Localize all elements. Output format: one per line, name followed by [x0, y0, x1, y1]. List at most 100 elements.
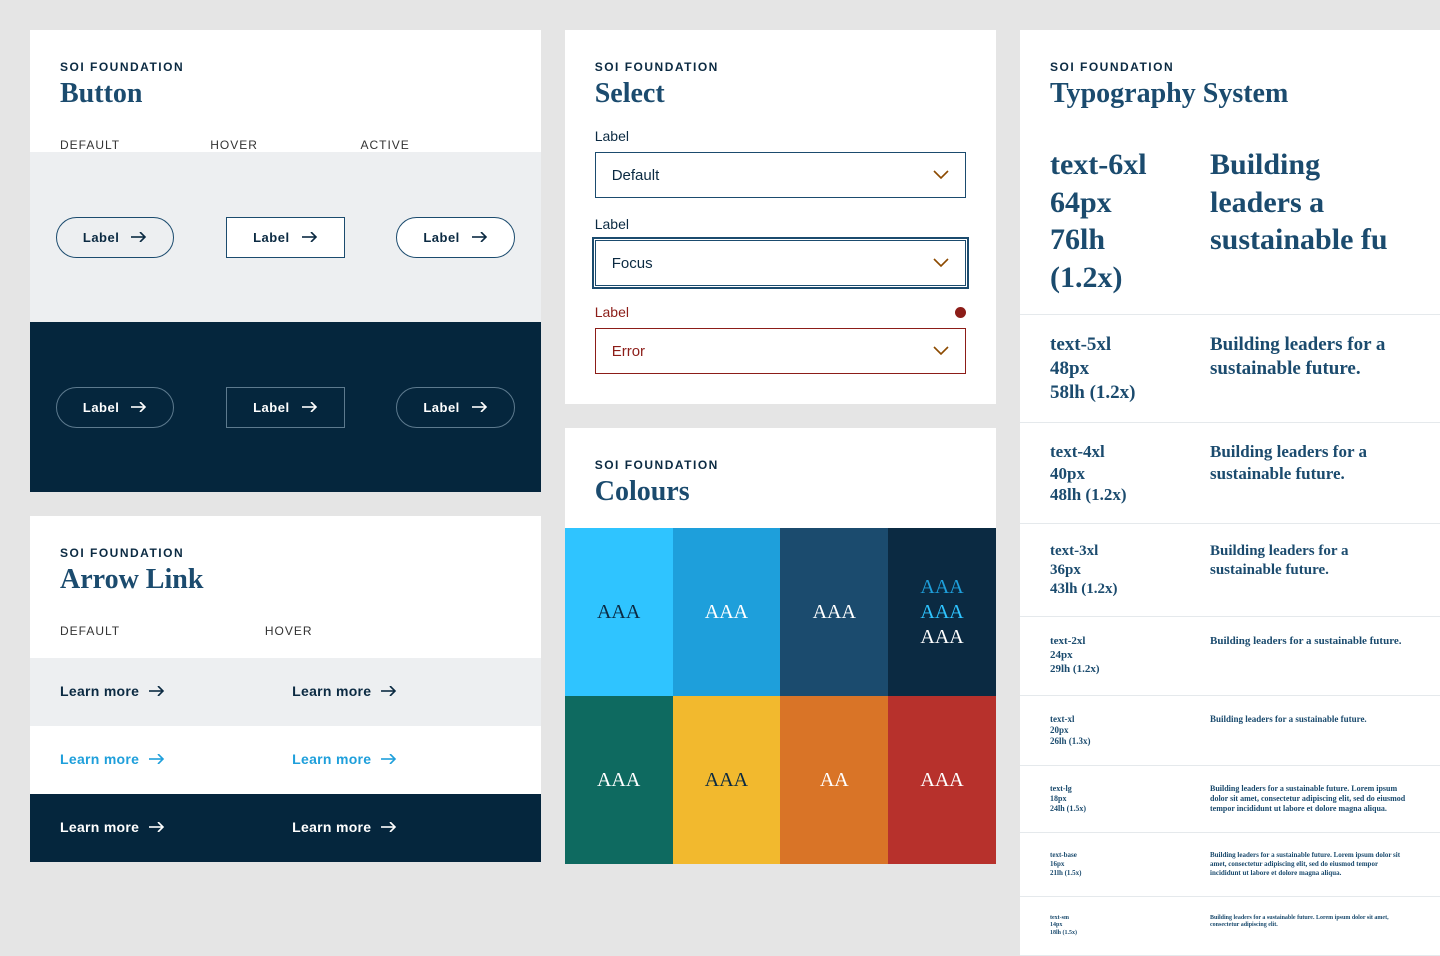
button-label: Label — [253, 400, 289, 415]
link-label: Learn more — [60, 819, 139, 835]
link-label: Learn more — [60, 751, 139, 767]
typography-row: text-4xl40px48lh (1.2x)Building leaders … — [1020, 423, 1440, 524]
type-size: 16px — [1050, 860, 1170, 869]
colour-swatch: AAAAAAAAA — [888, 528, 996, 696]
select-default[interactable]: Default — [595, 152, 966, 198]
eyebrow: SOI FOUNDATION — [595, 60, 966, 74]
eyebrow: SOI FOUNDATION — [595, 458, 966, 472]
arrow-right-icon — [149, 822, 165, 832]
chevron-down-icon — [933, 170, 949, 180]
learn-more-link[interactable]: Learn more — [30, 751, 165, 767]
button-default-dark[interactable]: Label — [56, 387, 174, 428]
button-label: Label — [83, 230, 119, 245]
type-lineheight: 48lh (1.2x) — [1050, 484, 1170, 505]
state-default: DEFAULT — [60, 624, 265, 638]
button-active-dark[interactable]: Label — [396, 387, 514, 428]
link-label: Learn more — [292, 751, 371, 767]
contrast-rating: AAA — [813, 601, 856, 624]
learn-more-link-hover[interactable]: Learn more — [262, 819, 397, 835]
type-lineheight: 43lh (1.2x) — [1050, 580, 1170, 599]
learn-more-link[interactable]: Learn more — [30, 683, 165, 699]
link-state-headers: DEFAULT HOVER — [60, 624, 511, 638]
button-label: Label — [83, 400, 119, 415]
chevron-down-icon — [933, 258, 949, 268]
type-lineheight: 29lh (1.2x) — [1050, 663, 1170, 677]
card-title-colours: Colours — [595, 476, 966, 508]
button-active[interactable]: Label — [396, 217, 514, 258]
type-sample: Building leaders for a sustainable futur… — [1210, 714, 1410, 748]
button-default[interactable]: Label — [56, 217, 174, 258]
colour-swatch: AAA — [673, 696, 781, 864]
eyebrow: SOI FOUNDATION — [60, 60, 511, 74]
type-sample: Building leaders for a sustainable futur… — [1210, 441, 1410, 505]
type-sample: Building leaders a sustainable fu — [1210, 146, 1410, 296]
arrow-right-icon — [381, 754, 397, 764]
typography-card: SOI FOUNDATION Typography System text-6x… — [1020, 30, 1440, 956]
arrow-link-card: SOI FOUNDATION Arrow Link DEFAULT HOVER … — [30, 516, 541, 862]
link-label: Learn more — [292, 819, 371, 835]
type-name: text-lg — [1050, 784, 1170, 794]
arrow-right-icon — [131, 232, 147, 242]
typography-rows: text-6xl64px76lh (1.2x)Building leaders … — [1020, 128, 1440, 956]
eyebrow: SOI FOUNDATION — [1050, 60, 1410, 74]
button-hover[interactable]: Label — [226, 217, 344, 258]
learn-more-link[interactable]: Learn more — [30, 819, 165, 835]
type-size: 36px — [1050, 561, 1170, 580]
type-sample: Building leaders for a sustainable futur… — [1210, 542, 1410, 598]
button-hover-dark[interactable]: Label — [226, 387, 344, 428]
link-label: Learn more — [292, 683, 371, 699]
card-title-button: Button — [60, 78, 511, 110]
type-lineheight: 21lh (1.5x) — [1050, 869, 1170, 878]
select-label: Label — [595, 216, 966, 232]
contrast-rating: AAA — [705, 601, 748, 624]
colours-card: SOI FOUNDATION Colours AAAAAAAAAAAAAAAAA… — [565, 428, 996, 864]
type-sample: Building leaders for a sustainable futur… — [1210, 851, 1410, 877]
learn-more-link-hover[interactable]: Learn more — [262, 683, 397, 699]
type-name: text-5xl — [1050, 333, 1170, 357]
card-title-select: Select — [595, 78, 966, 110]
button-label: Label — [423, 400, 459, 415]
type-size: 40px — [1050, 463, 1170, 484]
contrast-rating: AAA — [920, 769, 963, 792]
contrast-rating: AAA — [920, 626, 963, 649]
arrow-right-icon — [149, 754, 165, 764]
type-name: text-2xl — [1050, 635, 1170, 649]
type-sample: Building leaders for a sustainable futur… — [1210, 635, 1410, 676]
select-value: Error — [612, 343, 645, 360]
typography-row: text-5xl48px58lh (1.2x)Building leaders … — [1020, 315, 1440, 423]
select-error[interactable]: Error — [595, 328, 966, 374]
colour-swatch: AAA — [565, 696, 673, 864]
contrast-rating: AA — [820, 769, 849, 792]
typography-row: text-base16px21lh (1.5x) Building leaders… — [1020, 833, 1440, 896]
button-label: Label — [253, 230, 289, 245]
select-label: Label — [595, 128, 966, 144]
colour-swatch: AAA — [565, 528, 673, 696]
contrast-rating: AAA — [597, 769, 640, 792]
contrast-rating: AAA — [920, 601, 963, 624]
select-value: Default — [612, 167, 660, 184]
arrow-right-icon — [381, 822, 397, 832]
select-focus[interactable]: Focus — [595, 240, 966, 286]
select-value: Focus — [612, 255, 653, 272]
select-card: SOI FOUNDATION Select Label Default Labe… — [565, 30, 996, 404]
select-label: Label — [595, 304, 966, 320]
arrow-right-icon — [149, 686, 165, 696]
type-lineheight: 18lh (1.5x) — [1050, 930, 1170, 938]
type-size: 48px — [1050, 357, 1170, 381]
arrow-right-icon — [131, 402, 147, 412]
arrow-right-icon — [472, 402, 488, 412]
contrast-rating: AAA — [597, 601, 640, 624]
typography-row: text-xl20px26lh (1.3x)Building leaders f… — [1020, 696, 1440, 767]
type-name: text-base — [1050, 851, 1170, 860]
link-row-dark: Learn more Learn more — [30, 794, 541, 862]
link-row-grey: Learn more Learn more — [30, 658, 541, 726]
state-default: DEFAULT — [60, 138, 210, 152]
link-label: Learn more — [60, 683, 139, 699]
arrow-right-icon — [381, 686, 397, 696]
colour-swatch: AA — [780, 696, 888, 864]
type-name: text-3xl — [1050, 542, 1170, 561]
type-size: 14px — [1050, 922, 1170, 930]
state-hover: HOVER — [210, 138, 360, 152]
type-sample: Building leaders for a sustainable futur… — [1210, 333, 1410, 404]
learn-more-link-hover[interactable]: Learn more — [262, 751, 397, 767]
